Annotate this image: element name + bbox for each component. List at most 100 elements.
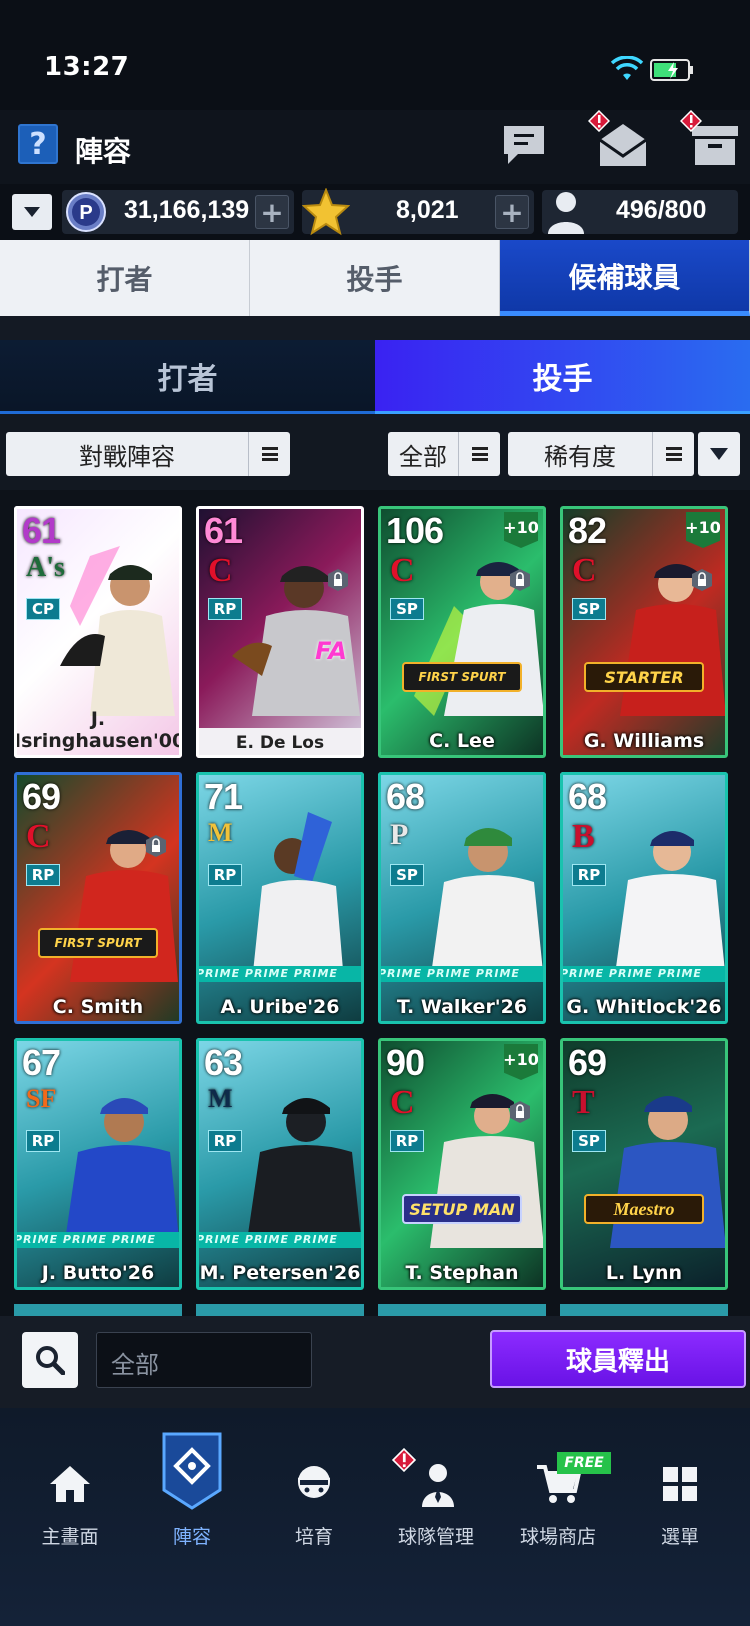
wifi-icon [610, 56, 644, 80]
card-position: RP [26, 1130, 60, 1152]
nav-menu[interactable]: 選單 [620, 1458, 740, 1568]
nav-home[interactable]: 主畫面 [10, 1458, 130, 1568]
card-overall: 63 [204, 1042, 243, 1083]
currency-dropdown-button[interactable] [12, 194, 52, 230]
player-card-grid: 61 A's CP J. Isringhausen'00 61 C RP FA … [0, 490, 750, 1316]
card-badge-label: FA [315, 637, 347, 665]
card-overall: 68 [568, 776, 607, 817]
sub-tab-bar: 打者 投手 [0, 340, 750, 414]
card-badge-label: STARTER [584, 662, 704, 692]
lineup-menu-icon[interactable] [248, 432, 290, 476]
lock-icon [510, 1101, 530, 1123]
card-team-logo: C [390, 552, 415, 589]
card-team-logo: M [208, 818, 233, 847]
card-position: SP [390, 598, 424, 620]
card-position: RP [208, 864, 242, 886]
card-player-name: A. Uribe'26 [220, 996, 340, 1018]
svg-text:P: P [79, 202, 92, 224]
upgrade-badge: +10 [504, 1044, 538, 1080]
card-prime-strip: PRIME PRIME PRIME [14, 1232, 182, 1248]
player-card[interactable]: 69 C RP FIRST SPURT C. Smith [14, 772, 182, 1024]
player-card[interactable]: 82 +10 C SP STARTER G. Williams [560, 506, 728, 758]
card-partial [560, 1304, 728, 1316]
player-portrait-icon [60, 546, 175, 716]
search-icon [36, 1346, 65, 1375]
add-points-button[interactable]: + [255, 195, 289, 229]
player-card[interactable]: 63 M RP PRIME PRIME PRIME M. Petersen'26 [196, 1038, 364, 1290]
card-overall: 68 [386, 776, 425, 817]
filter-row: 對戰陣容 全部 稀有度 [0, 414, 750, 490]
card-player-name: M. Petersen'26 [199, 1262, 361, 1284]
player-card[interactable]: 71 M RP PRIME PRIME PRIME A. Uribe'26 [196, 772, 364, 1024]
player-card[interactable]: 106 +10 C SP FIRST SPURT C. Lee [378, 506, 546, 758]
mail-alert-icon [588, 110, 610, 132]
card-overall: 61 [204, 510, 243, 551]
card-position: RP [208, 1130, 242, 1152]
card-team-logo: SF [26, 1084, 57, 1113]
release-player-button[interactable]: 球員釋出 [490, 1330, 746, 1388]
app-header: ? 陣容 [0, 110, 750, 184]
player-card[interactable]: 68 B RP PRIME PRIME PRIME G. Whitlock'26 [560, 772, 728, 1024]
lock-icon [510, 569, 530, 591]
card-overall: 71 [204, 776, 243, 817]
sort-filter-label: 稀有度 [544, 442, 616, 471]
nav-shop[interactable]: 球場商店 [498, 1458, 618, 1568]
tab-batters[interactable]: 打者 [0, 240, 250, 316]
subtab-batters[interactable]: 打者 [0, 340, 375, 414]
card-player-name: L. Lynn [605, 1262, 683, 1284]
search-button[interactable] [22, 1332, 78, 1388]
player-card[interactable]: 61 A's CP J. Isringhausen'00 [14, 506, 182, 758]
subtab-pitchers[interactable]: 投手 [375, 340, 750, 414]
card-position: RP [208, 598, 242, 620]
nav-lineup-label: 陣容 [172, 1526, 211, 1548]
player-card[interactable]: 68 P SP PRIME PRIME PRIME T. Walker'26 [378, 772, 546, 1024]
player-portrait-icon [430, 828, 544, 982]
training-icon [298, 1466, 330, 1498]
nav-lineup[interactable]: 陣容 [132, 1432, 252, 1568]
player-card[interactable]: 90 +10 C RP SETUP MAN T. Stephan [378, 1038, 546, 1290]
card-team-logo: P [390, 818, 409, 851]
player-card[interactable]: 61 C RP FA E. De Los Santos'23 [196, 506, 364, 758]
card-badge-label: Maestro [584, 1194, 704, 1224]
bottom-action-bar: 全部 球員釋出 [0, 1316, 750, 1408]
add-stars-button[interactable]: + [495, 195, 529, 229]
player-portrait-icon [252, 812, 344, 982]
player-portrait-icon [614, 831, 726, 982]
lock-icon [692, 569, 712, 591]
lineup-icon [162, 1432, 222, 1510]
page-title: 陣容 [75, 135, 132, 168]
divider [0, 316, 750, 340]
card-prime-strip: PRIME PRIME PRIME [560, 966, 728, 982]
player-card[interactable]: 67 SF RP PRIME PRIME PRIME J. Butto'26 [14, 1038, 182, 1290]
scope-menu-icon[interactable] [458, 432, 500, 476]
sort-filter-button[interactable]: 稀有度 [508, 432, 694, 476]
player-card[interactable]: 69 T SP Maestro L. Lynn [560, 1038, 728, 1290]
card-badge-label: SETUP MAN [402, 1194, 522, 1224]
triangle-down-icon [710, 448, 728, 460]
chat-icon[interactable] [500, 120, 548, 168]
help-button[interactable]: ? [18, 124, 58, 164]
scope-filter-button[interactable]: 全部 [388, 432, 500, 476]
card-team-logo: C [208, 552, 233, 589]
currency-bar: P 31,166,139 + 8,021 + 496/800 [0, 184, 750, 238]
card-badge-label: FIRST SPURT [38, 928, 158, 958]
main-tab-bar: 打者 投手 候補球員 [0, 240, 750, 316]
card-team-logo: T [572, 1084, 595, 1121]
card-partial [378, 1304, 546, 1316]
sort-menu-icon[interactable] [652, 432, 694, 476]
card-partial [196, 1304, 364, 1316]
card-position: CP [26, 598, 60, 620]
sort-order-button[interactable] [698, 432, 740, 476]
search-input[interactable]: 全部 [96, 1332, 312, 1388]
stars-value: 8,021 [396, 196, 459, 224]
tab-reserves[interactable]: 候補球員 [500, 240, 750, 316]
lineup-filter-button[interactable]: 對戰陣容 [6, 432, 290, 476]
nav-shop-label: 球場商店 [519, 1526, 596, 1548]
card-overall: 106 [386, 510, 444, 551]
nav-training[interactable]: 培育 [254, 1458, 374, 1568]
card-position: SP [572, 598, 606, 620]
card-overall: 61 [22, 510, 61, 551]
nav-team-management[interactable]: 球隊管理 [376, 1458, 496, 1568]
box-alert-icon [680, 110, 702, 132]
tab-pitchers[interactable]: 投手 [250, 240, 500, 316]
